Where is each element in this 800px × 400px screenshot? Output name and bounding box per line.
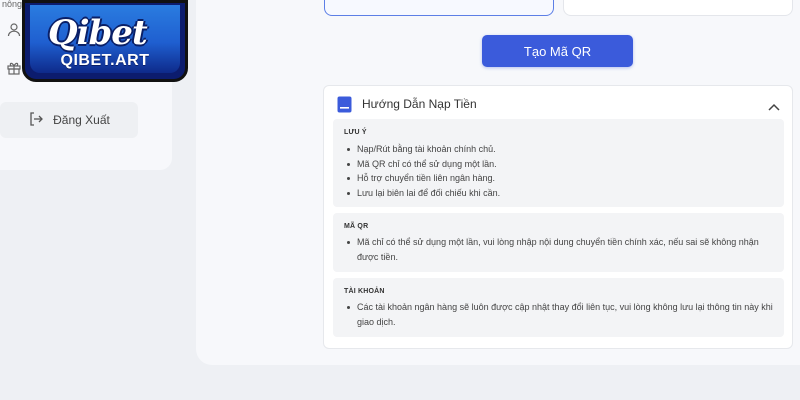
document-icon: [337, 96, 352, 113]
logout-label: Đăng Xuất: [53, 113, 110, 127]
chevron-up-icon[interactable]: [768, 98, 780, 111]
logout-icon: [28, 111, 44, 130]
sidebar-partial-label: nông: [2, 0, 23, 9]
create-qr-button[interactable]: Tạo Mã QR: [482, 35, 633, 67]
list-item: Mã chỉ có thể sử dụng một lần, vui lòng …: [344, 235, 774, 264]
section-heading: LƯU Ý: [344, 129, 367, 136]
list-item: Lưu lại biên lai để đối chiếu khi cần.: [344, 186, 774, 201]
guide-section-notes: LƯU Ý Nạp/Rút bằng tài khoản chính chủ. …: [333, 119, 784, 207]
amount-option-selected[interactable]: [324, 0, 554, 16]
list-item: Các tài khoản ngân hàng sẽ luôn được cập…: [344, 300, 774, 329]
amount-option[interactable]: [563, 0, 793, 16]
logout-button[interactable]: Đăng Xuất: [0, 102, 138, 138]
list-item: Mã QR chỉ có thể sử dụng một lần.: [344, 157, 774, 172]
list-item: Nạp/Rút bằng tài khoản chính chủ.: [344, 142, 774, 157]
gift-icon[interactable]: [6, 60, 22, 76]
section-heading: TÀI KHOẢN: [344, 288, 385, 295]
logo-brand-text: Qibet: [48, 13, 148, 53]
guide-section-account: TÀI KHOẢN Các tài khoản ngân hàng sẽ luô…: [333, 278, 784, 337]
guide-header[interactable]: Hướng Dẫn Nạp Tiền: [324, 86, 792, 120]
list-item: Hỗ trợ chuyển tiền liên ngân hàng.: [344, 171, 774, 186]
logo-domain-text: QIBET.ART: [60, 52, 150, 69]
guide-section-qr: MÃ QR Mã chỉ có thể sử dụng một lần, vui…: [333, 213, 784, 272]
user-icon[interactable]: [6, 22, 22, 38]
brand-logo: Qibet QIBET.ART: [22, 0, 188, 82]
guide-title: Hướng Dẫn Nạp Tiền: [362, 97, 477, 111]
section-heading: MÃ QR: [344, 223, 369, 230]
deposit-guide-panel: Hướng Dẫn Nạp Tiền LƯU Ý Nạp/Rút bằng tà…: [323, 85, 793, 349]
